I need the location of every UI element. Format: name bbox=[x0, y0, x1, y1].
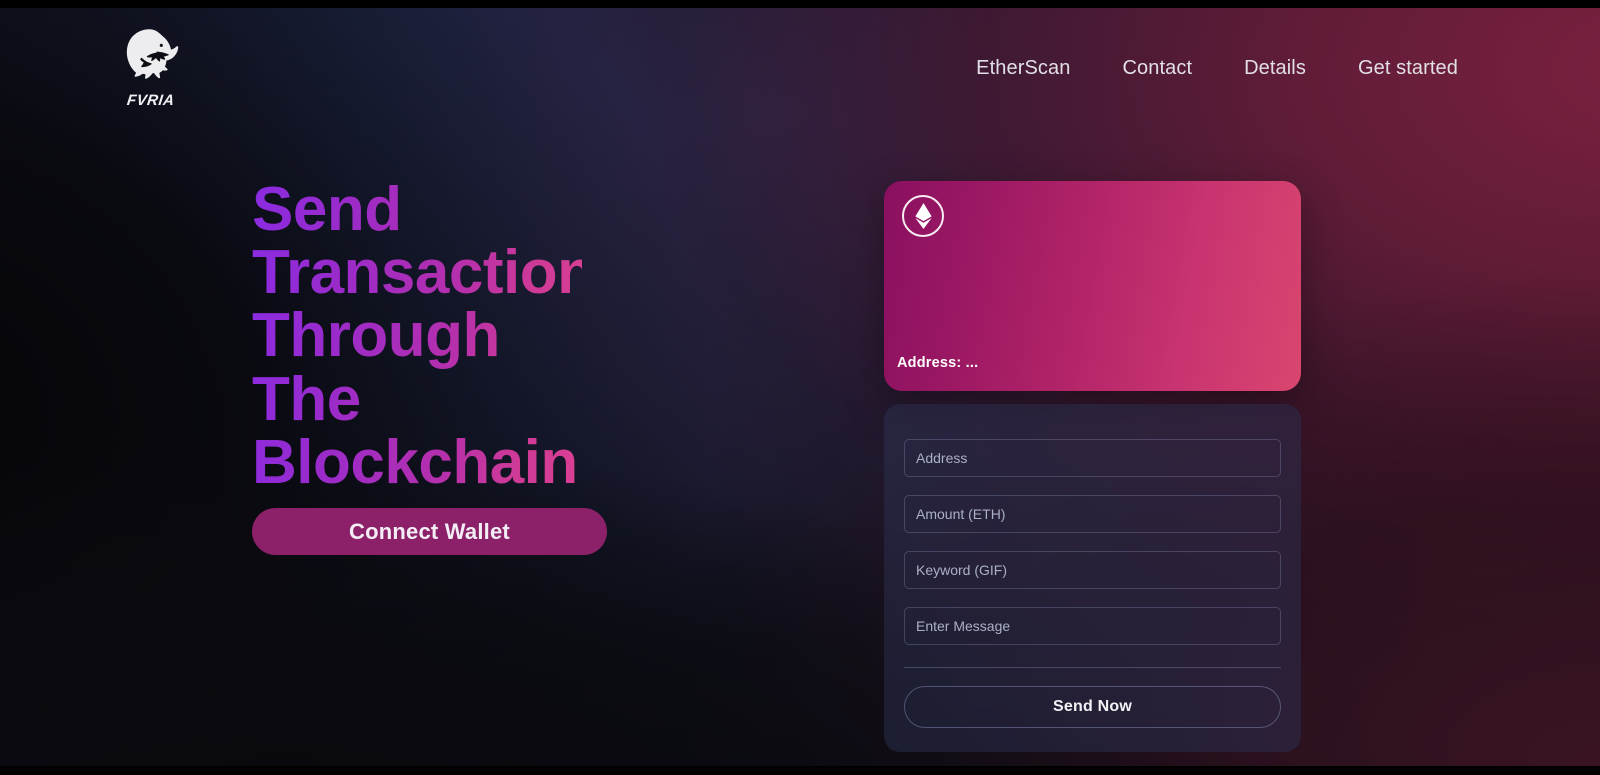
page-title: Send Transaction Through The Blockchain bbox=[252, 175, 595, 497]
nav-item-get-started[interactable]: Get started bbox=[1358, 57, 1458, 80]
send-now-button[interactable]: Send Now bbox=[904, 686, 1281, 728]
nav-item-contact[interactable]: Contact bbox=[1122, 57, 1192, 80]
amount-input[interactable] bbox=[904, 495, 1281, 533]
keyword-input[interactable] bbox=[904, 551, 1281, 589]
browser-chrome-top-bar bbox=[0, 0, 1600, 8]
main-navigation: EtherScan Contact Details Get started bbox=[976, 57, 1458, 80]
browser-chrome-bottom-bar bbox=[0, 766, 1600, 775]
hero-section: Send Transaction Through The Blockchain … bbox=[252, 175, 852, 556]
send-transaction-form: Send Now bbox=[884, 404, 1301, 752]
message-input[interactable] bbox=[904, 607, 1281, 645]
connect-wallet-button[interactable]: Connect Wallet bbox=[252, 508, 607, 556]
brand-logo[interactable]: FVRIA bbox=[110, 27, 192, 109]
wallet-panel: Address: ... Send Now bbox=[884, 181, 1301, 752]
nav-item-etherscan[interactable]: EtherScan bbox=[976, 57, 1070, 80]
wallet-address-label: Address: ... bbox=[897, 355, 979, 371]
address-input[interactable] bbox=[904, 439, 1281, 477]
ethereum-diamond-glyph bbox=[914, 203, 932, 229]
site-header: FVRIA EtherScan Contact Details Get star… bbox=[0, 8, 1600, 128]
ethereum-icon bbox=[902, 195, 944, 237]
page-root: FVRIA EtherScan Contact Details Get star… bbox=[0, 0, 1600, 775]
nav-item-details[interactable]: Details bbox=[1244, 57, 1306, 80]
panther-head-icon bbox=[126, 29, 179, 79]
form-divider bbox=[904, 667, 1281, 668]
ethereum-card: Address: ... bbox=[884, 181, 1301, 391]
brand-name: FVRIA bbox=[126, 92, 176, 109]
